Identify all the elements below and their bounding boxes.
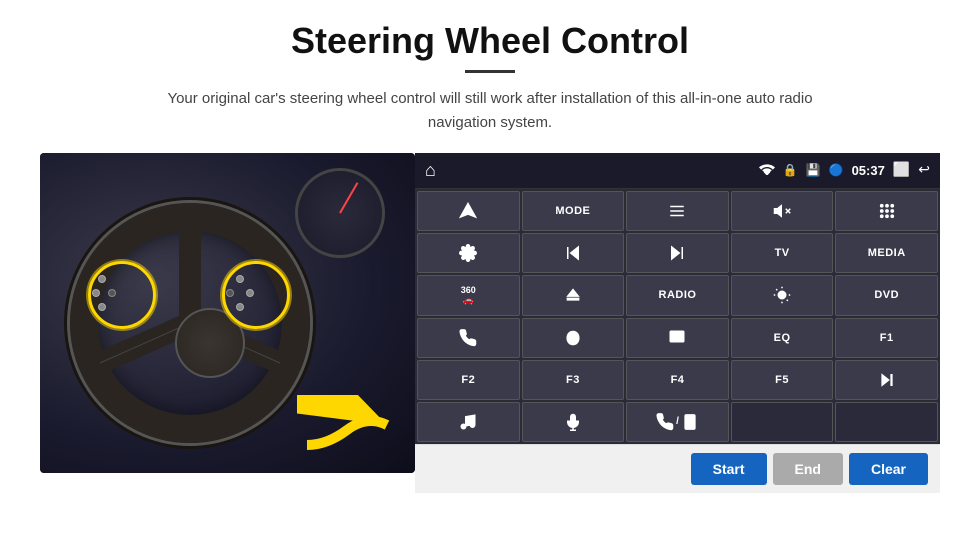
btn-indicator-1 bbox=[98, 275, 106, 283]
steering-wheel-image bbox=[40, 153, 415, 473]
eject-button[interactable] bbox=[522, 275, 625, 315]
music-button[interactable]: ♪ bbox=[417, 402, 520, 442]
btn-indicator-7 bbox=[236, 303, 244, 311]
f3-button[interactable]: F3 bbox=[522, 360, 625, 400]
wifi-icon bbox=[759, 163, 775, 179]
panel-topbar: ⌂ 🔒 💾 🔵 05:37 ⬜ ↩ bbox=[415, 153, 940, 189]
phonecall-button[interactable]: / bbox=[626, 402, 729, 442]
btn-indicator-8 bbox=[226, 289, 234, 297]
clock: 05:37 bbox=[852, 163, 885, 178]
main-page: Steering Wheel Control Your original car… bbox=[0, 0, 980, 544]
page-title: Steering Wheel Control bbox=[291, 20, 689, 62]
playpause-button[interactable] bbox=[835, 360, 938, 400]
control-panel: ⌂ 🔒 💾 🔵 05:37 ⬜ ↩ bbox=[415, 153, 940, 444]
swipe-button[interactable] bbox=[522, 318, 625, 358]
title-divider bbox=[465, 70, 515, 73]
bluetooth-icon: 🔵 bbox=[829, 163, 844, 178]
prev-button[interactable] bbox=[522, 233, 625, 273]
mute-button[interactable] bbox=[731, 191, 834, 231]
back-icon[interactable]: ↩ bbox=[918, 162, 930, 179]
sd-icon: 💾 bbox=[806, 163, 821, 178]
page-subtitle: Your original car's steering wheel contr… bbox=[140, 87, 840, 135]
window-button[interactable] bbox=[626, 318, 729, 358]
empty-btn-2 bbox=[835, 402, 938, 442]
status-bar: 🔒 💾 🔵 05:37 ⬜ ↩ bbox=[759, 162, 930, 179]
radio-button[interactable]: RADIO bbox=[626, 275, 729, 315]
end-button[interactable]: End bbox=[773, 453, 843, 485]
media-button[interactable]: MEDIA bbox=[835, 233, 938, 273]
btn-indicator-5 bbox=[236, 275, 244, 283]
screen-icon: ⬜ bbox=[893, 162, 910, 179]
empty-btn-1 bbox=[731, 402, 834, 442]
btn-indicator-6 bbox=[246, 289, 254, 297]
apps-button[interactable] bbox=[835, 191, 938, 231]
bottom-bar: Start End Clear bbox=[415, 444, 940, 493]
button-grid: MODE bbox=[415, 189, 940, 444]
tv-button[interactable]: TV bbox=[731, 233, 834, 273]
phone-button[interactable] bbox=[417, 318, 520, 358]
f1-button[interactable]: F1 bbox=[835, 318, 938, 358]
f2-button[interactable]: F2 bbox=[417, 360, 520, 400]
btn-indicator-2 bbox=[92, 289, 100, 297]
nav-button[interactable] bbox=[417, 191, 520, 231]
control-panel-container: ⌂ 🔒 💾 🔵 05:37 ⬜ ↩ bbox=[415, 153, 940, 493]
f5-button[interactable]: F5 bbox=[731, 360, 834, 400]
start-button[interactable]: Start bbox=[691, 453, 767, 485]
f4-button[interactable]: F4 bbox=[626, 360, 729, 400]
arrow bbox=[297, 395, 407, 465]
home-icon[interactable]: ⌂ bbox=[425, 160, 436, 181]
lock-icon: 🔒 bbox=[783, 163, 798, 178]
mode-button[interactable]: MODE bbox=[522, 191, 625, 231]
list-button[interactable] bbox=[626, 191, 729, 231]
btn-indicator-3 bbox=[98, 303, 106, 311]
content-area: ⌂ 🔒 💾 🔵 05:37 ⬜ ↩ bbox=[40, 153, 940, 493]
next-button[interactable] bbox=[626, 233, 729, 273]
360cam-button[interactable]: 360🚗 bbox=[417, 275, 520, 315]
clear-button[interactable]: Clear bbox=[849, 453, 928, 485]
settings-button[interactable] bbox=[417, 233, 520, 273]
mic-button[interactable] bbox=[522, 402, 625, 442]
dvd-button[interactable]: DVD bbox=[835, 275, 938, 315]
brightness-button[interactable] bbox=[731, 275, 834, 315]
btn-indicator-4 bbox=[108, 289, 116, 297]
eq-button[interactable]: EQ bbox=[731, 318, 834, 358]
